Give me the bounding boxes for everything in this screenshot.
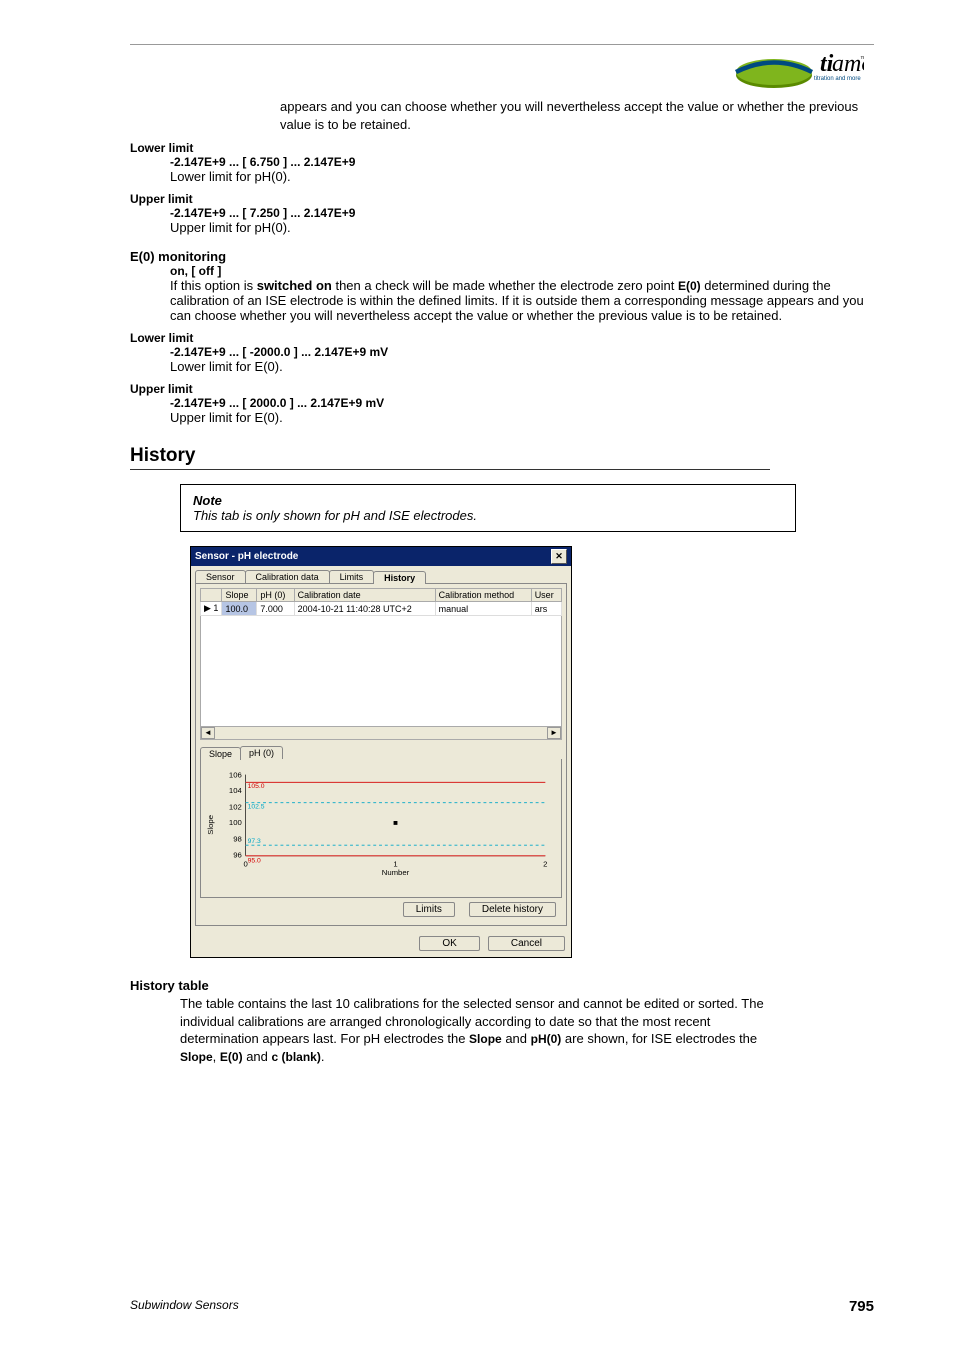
tab-history[interactable]: History xyxy=(373,571,426,584)
note-box: Note This tab is only shown for pH and I… xyxy=(180,484,796,532)
e0-upper-label: Upper limit xyxy=(130,382,874,396)
col-caldate[interactable]: Calibration date xyxy=(294,589,435,602)
e0-upper-desc: Upper limit for E(0). xyxy=(170,410,874,425)
svg-text:amo: amo xyxy=(832,51,864,77)
intro-continuation: appears and you can choose whether you w… xyxy=(280,98,874,133)
y-ticks: 96 98 100 102 104 106 xyxy=(229,771,243,860)
dialog-title: Sensor - pH electrode xyxy=(195,551,298,562)
table-header-row: Slope pH (0) Calibration date Calibratio… xyxy=(201,589,562,602)
history-table-paragraph: The table contains the last 10 calibrati… xyxy=(180,995,770,1065)
tab-sensor[interactable]: Sensor xyxy=(195,570,246,583)
history-heading: History xyxy=(130,445,874,467)
ok-button[interactable]: OK xyxy=(419,936,479,951)
x-ticks: 0 1 2 xyxy=(244,860,548,869)
ph0-upper-label: Upper limit xyxy=(130,192,874,206)
cell-user: ars xyxy=(531,602,561,616)
e0-heading: E(0) monitoring xyxy=(130,249,874,264)
svg-text:97.3: 97.3 xyxy=(248,838,261,845)
svg-text:0: 0 xyxy=(244,860,248,869)
tab-limits[interactable]: Limits xyxy=(329,570,375,583)
e0-options: on, [ off ] xyxy=(170,264,874,278)
cell-ph0: 7.000 xyxy=(257,602,294,616)
svg-text:106: 106 xyxy=(229,771,242,780)
svg-text:95.0: 95.0 xyxy=(248,858,261,865)
e0-description: If this option is switched on then a che… xyxy=(170,278,874,323)
e0-lower-range: -2.147E+9 ... [ -2000.0 ] ... 2.147E+9 m… xyxy=(170,345,874,359)
chart-button-row: Limits Delete history xyxy=(200,898,562,921)
svg-text:96: 96 xyxy=(233,851,242,860)
e0-upper-range: -2.147E+9 ... [ 2000.0 ] ... 2.147E+9 mV xyxy=(170,396,874,410)
page-footer: Subwindow Sensors 795 xyxy=(130,1298,874,1315)
note-text: This tab is only shown for pH and ISE el… xyxy=(193,508,783,523)
col-calmethod[interactable]: Calibration method xyxy=(435,589,531,602)
e0-lower-label: Lower limit xyxy=(130,331,874,345)
history-rule xyxy=(130,469,770,470)
col-slope[interactable]: Slope xyxy=(222,589,257,602)
cell-method: manual xyxy=(435,602,531,616)
screenshot-dialog: Sensor - pH electrode ✕ Sensor Calibrati… xyxy=(190,546,572,958)
footer-section: Subwindow Sensors xyxy=(130,1298,239,1315)
brand-logo: ti amo ™ titration and more xyxy=(130,47,874,98)
slope-chart: Slope 96 98 100 102 104 106 1 0 xyxy=(207,765,555,877)
scroll-left-icon[interactable]: ◄ xyxy=(201,727,215,739)
ph0-lower-label: Lower limit xyxy=(130,141,874,155)
chart-area: Slope 96 98 100 102 104 106 1 0 xyxy=(200,759,562,898)
scroll-right-icon[interactable]: ► xyxy=(547,727,561,739)
subtabs-row: Slope pH (0) xyxy=(200,746,562,759)
svg-text:1: 1 xyxy=(393,860,397,869)
ph0-lower-range: -2.147E+9 ... [ 6.750 ] ... 2.147E+9 xyxy=(170,155,874,169)
col-user[interactable]: User xyxy=(531,589,561,602)
svg-text:™: ™ xyxy=(860,56,864,63)
note-label: Note xyxy=(193,493,783,508)
cancel-button[interactable]: Cancel xyxy=(488,936,565,951)
svg-text:102.5: 102.5 xyxy=(248,804,265,811)
delete-history-button[interactable]: Delete history xyxy=(469,902,556,917)
subtab-ph0[interactable]: pH (0) xyxy=(240,746,283,759)
cell-slope: 100.0 xyxy=(222,602,257,616)
header-rule xyxy=(130,44,874,45)
e0-lower-desc: Lower limit for E(0). xyxy=(170,359,874,374)
y-axis-label: Slope xyxy=(207,815,215,835)
svg-text:105.0: 105.0 xyxy=(248,783,265,790)
page-number: 795 xyxy=(849,1298,874,1315)
ph0-upper-range: -2.147E+9 ... [ 7.250 ] ... 2.147E+9 xyxy=(170,206,874,220)
table-empty-area xyxy=(200,616,562,727)
subtab-slope[interactable]: Slope xyxy=(200,747,241,760)
svg-text:102: 102 xyxy=(229,802,242,811)
cell-date: 2004-10-21 11:40:28 UTC+2 xyxy=(294,602,435,616)
history-table-heading: History table xyxy=(130,978,874,993)
ph0-upper-desc: Upper limit for pH(0). xyxy=(170,220,874,235)
col-blank[interactable] xyxy=(201,589,222,602)
table-row[interactable]: ▶ 1 100.0 7.000 2004-10-21 11:40:28 UTC+… xyxy=(201,602,562,616)
x-axis-label: Number xyxy=(382,868,410,877)
h-scrollbar[interactable]: ◄ ► xyxy=(200,727,562,740)
tab-body: Slope pH (0) Calibration date Calibratio… xyxy=(195,583,567,926)
col-ph0[interactable]: pH (0) xyxy=(257,589,294,602)
tabs-row: Sensor Calibration data Limits History xyxy=(191,566,571,583)
data-point xyxy=(394,821,398,825)
dialog-titlebar[interactable]: Sensor - pH electrode ✕ xyxy=(191,547,571,566)
svg-text:104: 104 xyxy=(229,786,243,795)
ph0-lower-desc: Lower limit for pH(0). xyxy=(170,169,874,184)
svg-text:titration and more: titration and more xyxy=(814,76,861,82)
history-table: Slope pH (0) Calibration date Calibratio… xyxy=(200,588,562,616)
dialog-button-row: OK Cancel xyxy=(191,930,571,957)
svg-text:2: 2 xyxy=(543,860,547,869)
tab-calibration-data[interactable]: Calibration data xyxy=(245,570,330,583)
svg-text:98: 98 xyxy=(233,834,242,843)
svg-text:100: 100 xyxy=(229,818,242,827)
close-icon[interactable]: ✕ xyxy=(551,549,567,564)
limits-button[interactable]: Limits xyxy=(403,902,455,917)
